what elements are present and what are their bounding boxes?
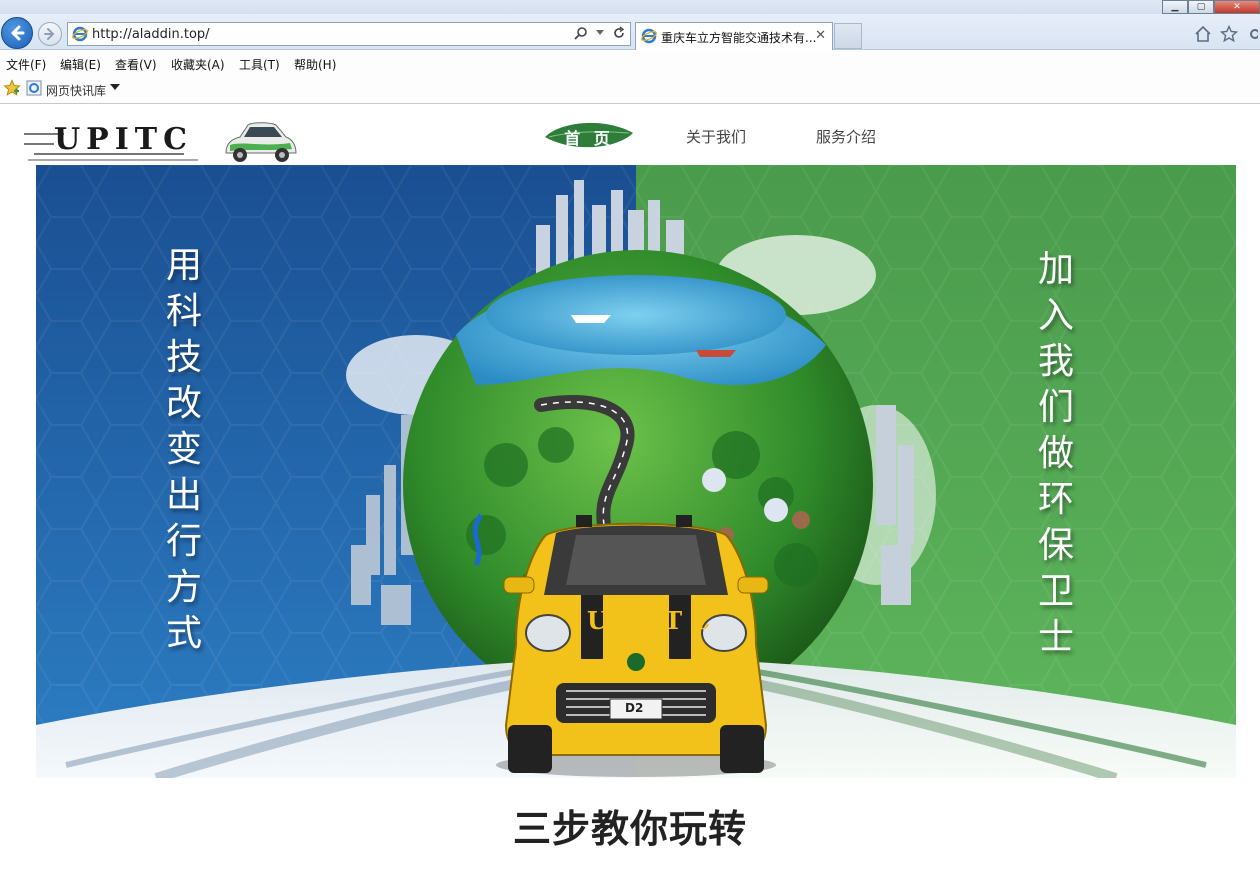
home-icon[interactable] (1194, 25, 1212, 43)
tab-current[interactable]: 重庆车立方智能交通技术有... ✕ (635, 22, 833, 50)
menu-file[interactable]: 文件(F) (6, 56, 46, 73)
slogan-right: 加入我们做环保卫士 (1037, 249, 1074, 658)
new-tab-button[interactable] (834, 23, 862, 49)
maximize-button[interactable]: ▢ (1188, 0, 1214, 14)
search-icon[interactable] (574, 26, 588, 40)
menu-favorites[interactable]: 收藏夹(A) (171, 56, 225, 73)
dropdown-icon[interactable] (596, 30, 604, 36)
site-logo[interactable]: UPITC (24, 119, 198, 163)
close-window-button[interactable]: ✕ (1214, 0, 1260, 14)
hero-banner: UPITC D2 用科技改变出行方式 加入我们做环保卫士 (36, 165, 1236, 778)
back-arrow-icon (11, 25, 25, 41)
forward-arrow-icon (44, 28, 55, 40)
url-text: http://aladdin.top/ (92, 27, 210, 42)
slogan-left: 用科技改变出行方式 (165, 245, 202, 654)
menu-help[interactable]: 帮助(H) (294, 56, 336, 73)
web-slice-icon (26, 80, 42, 96)
logo-text: UPITC (54, 122, 193, 157)
logo-car-icon (225, 122, 297, 162)
forward-button[interactable] (38, 22, 62, 46)
window-controls: ▁ ▢ ✕ (1162, 0, 1260, 14)
tab-title: 重庆车立方智能交通技术有... (661, 31, 817, 45)
favorites-star-icon[interactable] (1220, 25, 1238, 43)
nav-about-link[interactable]: 关于我们 (686, 126, 746, 147)
menu-edit[interactable]: 编辑(E) (60, 56, 101, 73)
nav-home-label: 首 页 (564, 129, 614, 148)
chevron-down-icon[interactable] (110, 84, 120, 90)
menu-bar: 文件(F) 编辑(E) 查看(V) 收藏夹(A) 工具(T) 帮助(H) (0, 51, 1260, 75)
car-brand-text: UPITC (587, 606, 720, 635)
add-favorites-star-icon[interactable] (3, 79, 21, 97)
browser-right-tools (1194, 25, 1258, 43)
ie-page-icon (72, 26, 88, 42)
menu-tools[interactable]: 工具(T) (239, 56, 280, 73)
favorites-bar: 网页快讯库 (0, 75, 1260, 104)
refresh-icon[interactable] (612, 26, 626, 40)
ie-page-icon (641, 28, 657, 44)
nav-services-link[interactable]: 服务介绍 (816, 126, 876, 147)
minimize-button[interactable]: ▁ (1162, 0, 1188, 14)
address-bar[interactable]: http://aladdin.top/ (67, 22, 631, 46)
site-header: UPITC 首 页 关于我们 服务介绍 (0, 105, 1260, 164)
back-button[interactable] (1, 17, 33, 49)
tab-close-icon[interactable]: ✕ (815, 28, 826, 43)
section-title: 三步教你玩转 (512, 807, 747, 851)
nav-home-link[interactable]: 首 页 (543, 119, 635, 151)
menu-view[interactable]: 查看(V) (115, 56, 157, 73)
gear-icon[interactable] (1246, 25, 1258, 43)
yellow-car (496, 515, 776, 777)
web-slice-gallery-link[interactable]: 网页快讯库 (46, 82, 106, 99)
car-plate-text: D2 (625, 701, 644, 715)
